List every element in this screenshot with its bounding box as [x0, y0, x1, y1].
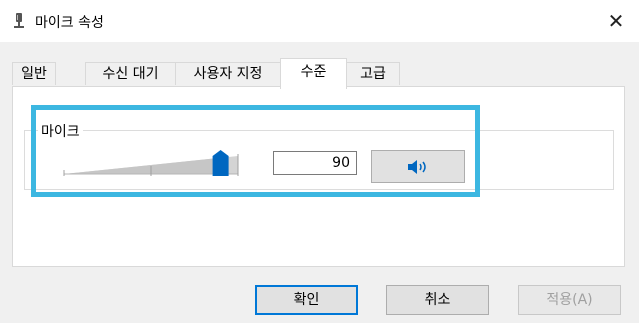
tab-levels[interactable]: 수준: [280, 58, 347, 89]
cancel-button[interactable]: 취소: [386, 285, 489, 315]
microphone-icon: [14, 13, 24, 28]
title-bar: 마이크 속성 ✕: [0, 0, 639, 42]
tab-listen[interactable]: 수신 대기: [85, 62, 176, 85]
close-button[interactable]: ✕: [593, 0, 639, 42]
ok-button[interactable]: 확인: [255, 285, 358, 315]
apply-button[interactable]: 적용(A): [518, 285, 621, 315]
window-title: 마이크 속성: [35, 15, 104, 31]
tab-custom[interactable]: 사용자 지정: [175, 62, 281, 85]
highlight-frame: [31, 105, 480, 197]
close-icon: ✕: [607, 9, 625, 33]
tab-advanced[interactable]: 고급: [346, 62, 400, 85]
tab-general[interactable]: 일반: [12, 62, 56, 85]
